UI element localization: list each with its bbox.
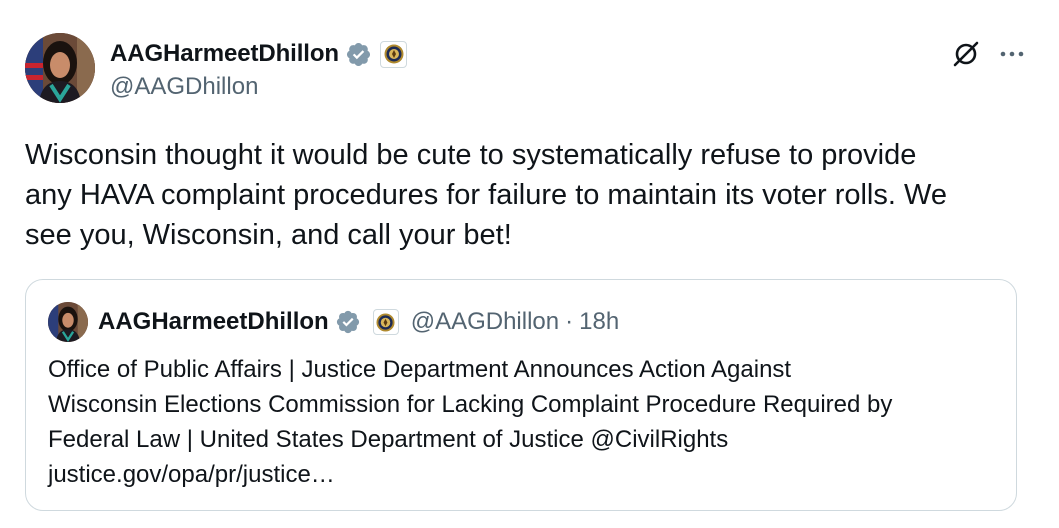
quoted-handle[interactable]: @AAGDhillon	[411, 308, 559, 336]
quoted-avatar[interactable]	[48, 302, 88, 342]
author-handle[interactable]: @AAGDhillon	[110, 73, 258, 101]
tweet-text-line: any HAVA complaint procedures for failur…	[25, 179, 947, 211]
tweet-actions	[951, 39, 1025, 69]
grok-icon[interactable]	[951, 39, 981, 69]
author-display-name[interactable]: AAGHarmeetDhillon	[110, 40, 339, 68]
avatar[interactable]	[25, 33, 95, 103]
quoted-tweet-card[interactable]: AAGHarmeetDhillon @AAGDhillon · 18h Offi…	[25, 279, 1017, 511]
quoted-tweet-header: AAGHarmeetDhillon @AAGDhillon · 18h	[48, 302, 619, 342]
tweet-text-line: Wisconsin thought it would be cute to sy…	[25, 139, 917, 171]
doj-seal-icon[interactable]	[380, 40, 407, 68]
author-name-row: AAGHarmeetDhillon	[110, 38, 407, 70]
tweet-text: Wisconsin thought it would be cute to sy…	[25, 135, 1015, 255]
verified-badge-icon[interactable]	[335, 309, 361, 335]
verified-badge-icon[interactable]	[345, 41, 372, 68]
tweet-header: AAGHarmeetDhillon @AAGDhillon	[25, 33, 1035, 105]
more-icon[interactable]	[999, 41, 1025, 67]
separator-dot: ·	[565, 308, 574, 335]
quoted-timestamp[interactable]: 18h	[579, 308, 619, 336]
tweet-text-line: see you, Wisconsin, and call your bet!	[25, 219, 512, 251]
doj-seal-icon[interactable]	[372, 309, 399, 335]
quoted-text-line: Wisconsin Elections Commission for Lacki…	[48, 391, 893, 418]
quoted-link[interactable]: justice.gov/opa/pr/justice…	[48, 457, 998, 492]
quoted-text-line: Office of Public Affairs | Justice Depar…	[48, 356, 792, 383]
quoted-display-name[interactable]: AAGHarmeetDhillon	[98, 308, 329, 336]
quoted-text-line: Federal Law | United States Department o…	[48, 426, 729, 453]
quoted-tweet-text: Office of Public Affairs | Justice Depar…	[48, 352, 998, 492]
